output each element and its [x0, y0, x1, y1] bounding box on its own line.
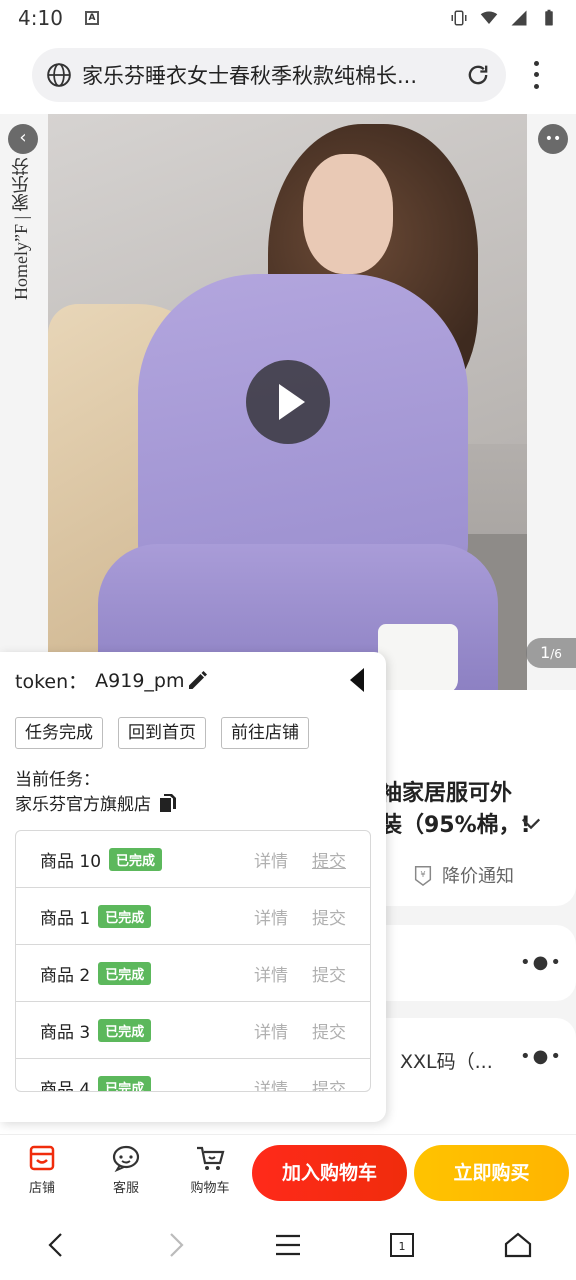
store-button[interactable]: 店铺 [12, 1143, 72, 1196]
detail-link[interactable]: 详情 [254, 1075, 288, 1092]
back-arrow-icon[interactable]: ‹ [8, 124, 38, 154]
svg-text:¥: ¥ [420, 869, 425, 879]
system-navigation-bar: 1 [0, 1210, 576, 1280]
size-more-icon[interactable]: •●• [520, 1046, 563, 1067]
wifi-icon [480, 11, 498, 24]
play-video-button[interactable] [246, 360, 330, 444]
list-item: 商品 1 已完成 详情 提交 [16, 888, 370, 945]
token-value: A919_pm [95, 669, 185, 692]
selected-size: XXL码（... [400, 1051, 493, 1073]
browser-toolbar: 家乐芬睡衣女士春秋季秋款纯棉长... [0, 36, 576, 114]
store-icon [29, 1145, 55, 1171]
go-to-store-button[interactable]: 前往店铺 [221, 717, 309, 749]
cart-icon [197, 1146, 225, 1170]
product-title: 袖家居服可外 装（95%棉，! [380, 778, 560, 842]
chat-icon [112, 1145, 140, 1173]
reload-icon[interactable] [464, 61, 492, 89]
product-title-line1: 袖家居服可外 [380, 781, 513, 806]
submit-link[interactable]: 提交 [312, 1075, 346, 1092]
item-name: 商品 4 [40, 1079, 91, 1092]
globe-icon [47, 63, 71, 87]
brand-vertical-text: Homely”F | 家乐芬 [11, 157, 31, 300]
cart-label: 购物车 [190, 1181, 230, 1196]
status-bar: 4:10 A [0, 0, 576, 36]
back-home-button[interactable]: 回到首页 [118, 717, 206, 749]
product-action-bar: 店铺 客服 购物车 加入购物车 立即购买 [0, 1134, 576, 1210]
detail-link[interactable]: 详情 [254, 904, 288, 929]
nav-tabs-icon[interactable]: 1 [387, 1230, 417, 1260]
counter-total: /6 [550, 647, 562, 661]
submit-link[interactable]: 提交 [312, 961, 346, 986]
panel-button-row: 任务完成 回到首页 前往店铺 [15, 717, 309, 749]
nav-forward-icon[interactable] [160, 1230, 190, 1260]
edit-pencil-icon[interactable] [186, 668, 210, 692]
item-name: 商品 10 [40, 851, 102, 872]
collapse-panel-icon[interactable] [348, 666, 366, 694]
current-task-label: 当前任务： [15, 770, 100, 790]
submit-link[interactable]: 提交 [312, 904, 346, 929]
counter-current: 1 [540, 643, 551, 662]
overflow-menu-icon[interactable] [522, 58, 550, 92]
detail-link[interactable]: 详情 [254, 1018, 288, 1043]
chevron-down-icon[interactable] [520, 816, 542, 832]
token-label: token： [15, 671, 88, 693]
price-tag-icon: ¥ [414, 866, 432, 886]
item-name: 商品 2 [40, 965, 91, 986]
vibrate-icon [451, 10, 467, 26]
cart-button[interactable]: 购物车 [180, 1143, 240, 1196]
submit-link[interactable]: 提交 [312, 847, 346, 872]
service-label: 客服 [112, 1181, 139, 1196]
more-options-icon[interactable]: •●• [520, 952, 563, 973]
status-badge: 已完成 [98, 904, 152, 928]
detail-link[interactable]: 详情 [254, 961, 288, 986]
nav-menu-icon[interactable] [273, 1230, 303, 1260]
page-title: 家乐芬睡衣女士春秋季秋款纯棉长... [82, 64, 418, 88]
list-item: 商品 3 已完成 详情 提交 [16, 1002, 370, 1059]
image-counter: 1/6 [526, 638, 576, 668]
notification-a-icon: A [84, 11, 99, 25]
signal-icon [511, 10, 527, 26]
status-badge: 已完成 [98, 1018, 152, 1042]
list-item: 商品 2 已完成 详情 提交 [16, 945, 370, 1002]
status-time: 4:10 [18, 6, 63, 30]
nav-home-icon[interactable] [503, 1230, 533, 1260]
svg-text:1: 1 [399, 1240, 406, 1253]
detail-link[interactable]: 详情 [254, 847, 288, 872]
status-badge: 已完成 [98, 1075, 152, 1091]
address-bar[interactable]: 家乐芬睡衣女士春秋季秋款纯棉长... [32, 48, 506, 102]
nav-back-icon[interactable] [42, 1230, 72, 1260]
copy-icon[interactable] [159, 793, 177, 813]
status-badge: 已完成 [109, 847, 163, 871]
battery-icon [545, 9, 553, 26]
item-name: 商品 3 [40, 1022, 91, 1043]
submit-link[interactable]: 提交 [312, 1018, 346, 1043]
token-row: token： A919_pm [15, 667, 184, 694]
current-task-store: 家乐芬官方旗舰店 [15, 790, 177, 815]
task-store-name: 家乐芬官方旗舰店 [15, 795, 151, 815]
product-task-list[interactable]: 商品 10 已完成 详情 提交 商品 1 已完成 详情 提交 商品 2 已完成 … [15, 830, 371, 1092]
item-name: 商品 1 [40, 908, 91, 929]
list-item: 商品 4 已完成 详情 提交 [16, 1059, 370, 1092]
price-notice-button[interactable]: ¥ 降价通知 [412, 862, 514, 888]
store-label: 店铺 [28, 1181, 55, 1196]
add-to-cart-button[interactable]: 加入购物车 [252, 1145, 407, 1201]
task-complete-button[interactable]: 任务完成 [15, 717, 103, 749]
list-item: 商品 10 已完成 详情 提交 [16, 831, 370, 888]
status-badge: 已完成 [98, 961, 152, 985]
more-dots-icon[interactable]: •• [538, 124, 568, 154]
service-button[interactable]: 客服 [96, 1143, 156, 1196]
status-icons [450, 9, 558, 27]
buy-now-button[interactable]: 立即购买 [414, 1145, 569, 1201]
price-notice-label: 降价通知 [442, 866, 514, 887]
